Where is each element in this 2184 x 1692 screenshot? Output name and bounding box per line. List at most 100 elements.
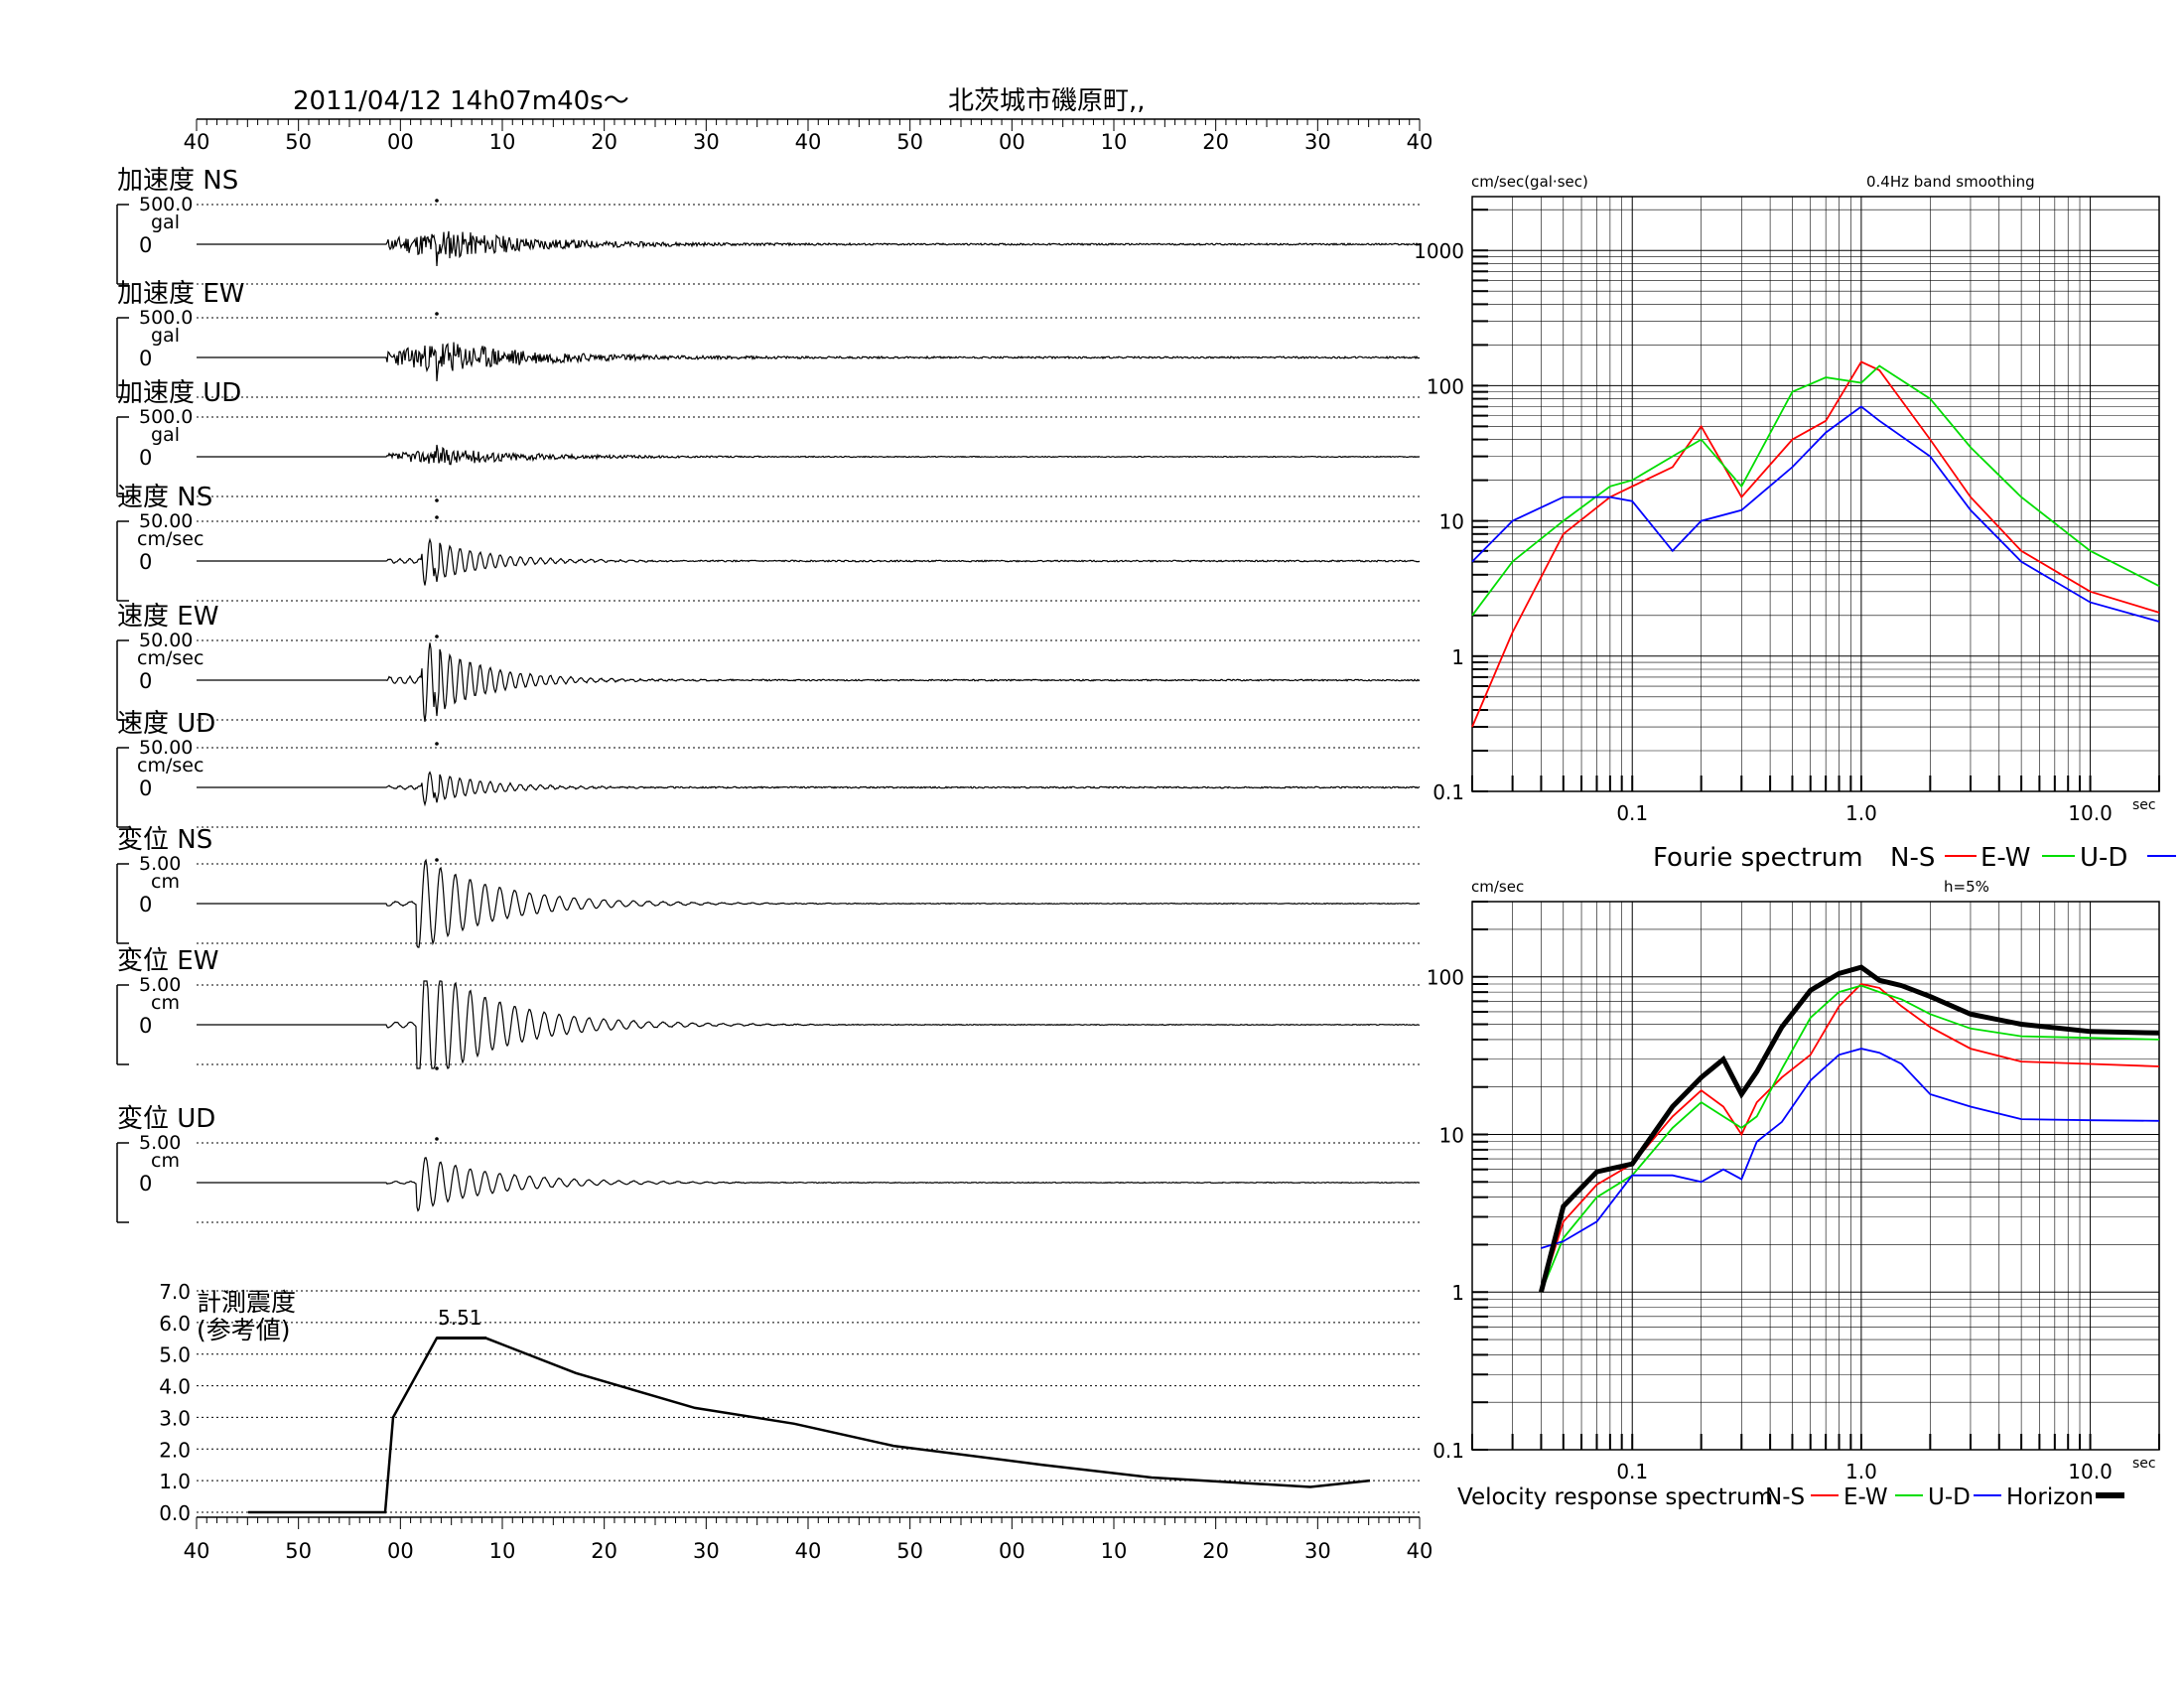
response-legend-horizon: Horizon: [2006, 1484, 2094, 1510]
bottom-time-axis-tick-label: 00: [999, 1539, 1025, 1563]
fourier-x-unit: sec: [2132, 797, 2156, 813]
channel-trace: [197, 980, 1421, 1069]
top-time-axis-tick-label: 50: [285, 130, 312, 154]
channel-title: 変位 EW: [117, 946, 218, 976]
top-time-axis-tick-label: 50: [896, 130, 923, 154]
channel-title: 速度 UD: [117, 709, 215, 739]
intensity-y-tick-label: 6.0: [159, 1312, 191, 1336]
channel-title: 変位 NS: [117, 825, 212, 855]
waveform-channel: 変位 UD5.00cm0: [116, 1104, 1421, 1223]
waveform-channel: 加速度 EW500.0gal0: [116, 279, 1421, 398]
top-time-axis-tick-label: 10: [489, 130, 516, 154]
waveform-panels: 加速度 NS500.0gal0加速度 EW500.0gal0加速度 UD500.…: [116, 166, 1421, 1223]
channel-unit: gal: [151, 424, 180, 446]
fourier-x-tick-label: 0.1: [1616, 801, 1648, 825]
fourier-series: [1471, 360, 2160, 728]
intensity-y-tick-label: 5.0: [159, 1343, 191, 1367]
intensity-y-tick-label: 7.0: [159, 1280, 191, 1304]
channel-unit: cm: [151, 871, 180, 893]
bottom-time-axis-tick-label: 10: [489, 1539, 516, 1563]
response-legend-ew: E-W: [1843, 1484, 1888, 1510]
fourier-y-tick-label: 0.1: [1433, 780, 1464, 804]
response-legend-ud: U-D: [1928, 1484, 1971, 1510]
bottom-time-axis-tick-label: 20: [1202, 1539, 1229, 1563]
seismogram-report: 2011/04/12 14h07m40s～ 北茨城市磯原町,, 40 50 00 10…: [0, 0, 2184, 1688]
top-time-axis-tick-label: 00: [387, 130, 414, 154]
channel-trace: [197, 1157, 1421, 1212]
channel-zero-label: 0: [139, 669, 152, 693]
top-time-axis-tick-label: 40: [184, 130, 210, 154]
channel-title: 加速度 UD: [117, 378, 241, 408]
channel-zero-label: 0: [139, 233, 152, 257]
top-time-axis-tick-label: 30: [693, 130, 720, 154]
channel-title: 加速度 NS: [117, 166, 238, 196]
response-legend-title: Velocity response spectrum: [1457, 1484, 1773, 1510]
fourier-unit-label: cm/sec(gal·sec): [1471, 173, 1588, 191]
channel-trace: [197, 858, 1421, 948]
top-time-axis-tick-label: 00: [999, 130, 1025, 154]
fourier-frame: [1471, 196, 2160, 792]
bottom-time-axis-tick-label: 00: [387, 1539, 414, 1563]
time-axis-bottom: 40 50 00 10 20 30 40 50 00 10 20 30 40: [184, 1516, 1433, 1563]
intensity-y-tick-label: 0.0: [159, 1501, 191, 1525]
waveform-channel: 変位 EW5.00cm0: [116, 946, 1421, 1070]
fourier-legend-ew: E-W: [1980, 843, 2030, 873]
bottom-time-axis-tick-label: 40: [795, 1539, 822, 1563]
response-note: h=5%: [1944, 878, 1989, 896]
bottom-time-axis-tick-label: 20: [591, 1539, 617, 1563]
top-time-axis-tick-label: 20: [591, 130, 617, 154]
channel-title: 速度 EW: [117, 602, 218, 632]
channel-trace: [197, 444, 1421, 466]
channel-unit: cm/sec: [137, 647, 204, 669]
channel-unit: cm/sec: [137, 755, 204, 776]
intensity-y-tick-label: 2.0: [159, 1438, 191, 1462]
channel-peak-marker: [435, 498, 439, 502]
channel-zero-label: 0: [139, 1172, 152, 1196]
waveform-channel: 加速度 NS500.0gal0: [116, 166, 1421, 285]
header-datetime: 2011/04/12 14h07m40s～: [293, 86, 629, 116]
channel-trace: [197, 537, 1421, 586]
waveform-channel: 速度 UD50.00cm/sec0: [116, 709, 1421, 828]
fourier-y-tick-label: 10: [1439, 510, 1464, 534]
fourier-legend-ns: N-S: [1890, 843, 1935, 873]
channel-title: 速度 NS: [117, 483, 212, 512]
intensity-line: [248, 1337, 1371, 1514]
fourier-y-tick-label: 1000: [1414, 239, 1464, 263]
channel-peak-marker: [435, 1066, 439, 1070]
bottom-time-axis-tick-label: 40: [184, 1539, 210, 1563]
channel-title: 加速度 EW: [117, 279, 244, 309]
fourier-legend-ud: U-D: [2080, 843, 2127, 873]
top-time-axis-tick-label: 30: [1304, 130, 1331, 154]
fourier-spectrum-panel: cm/sec(gal·sec) 0.4Hz band smoothing sec…: [1414, 173, 2176, 873]
fourier-legend-title: Fourie spectrum: [1653, 843, 1863, 873]
fourier-x-tick-label: 10.0: [2068, 801, 2113, 825]
intensity-y-tick-label: 4.0: [159, 1375, 191, 1399]
waveform-channel: 変位 NS5.00cm0: [116, 825, 1421, 948]
channel-zero-label: 0: [139, 347, 152, 370]
fourier-series: [1471, 405, 2160, 623]
bottom-time-axis-tick-label: 50: [285, 1539, 312, 1563]
channel-peak-marker: [435, 1137, 439, 1141]
response-x-tick-label: 0.1: [1616, 1460, 1648, 1483]
response-unit-label: cm/sec: [1471, 878, 1524, 896]
response-y-tick-label: 1: [1451, 1281, 1464, 1305]
channel-zero-label: 0: [139, 776, 152, 800]
channel-unit: gal: [151, 325, 180, 347]
channel-unit: cm: [151, 992, 180, 1014]
channel-peak-marker: [435, 312, 439, 316]
intensity-title-2: (参考値): [197, 1316, 291, 1344]
channel-zero-label: 0: [139, 550, 152, 574]
fourier-note: 0.4Hz band smoothing: [1866, 173, 2035, 191]
response-y-tick-label: 10: [1439, 1123, 1464, 1147]
top-time-axis-tick-label: 40: [795, 130, 822, 154]
channel-trace: [197, 230, 1421, 267]
fourier-x-tick-label: 1.0: [1845, 801, 1877, 825]
channel-trace: [197, 342, 1421, 382]
channel-peak-marker: [435, 742, 439, 746]
intensity-title-1: 計測震度: [197, 1288, 296, 1317]
intensity-y-tick-label: 1.0: [159, 1470, 191, 1493]
bottom-time-axis-tick-label: 40: [1407, 1539, 1433, 1563]
response-series: [1540, 984, 2160, 1293]
time-axis-top: 40 50 00 10 20 30 40 50 00 10 20 30 40: [184, 118, 1433, 154]
channel-zero-label: 0: [139, 1014, 152, 1038]
